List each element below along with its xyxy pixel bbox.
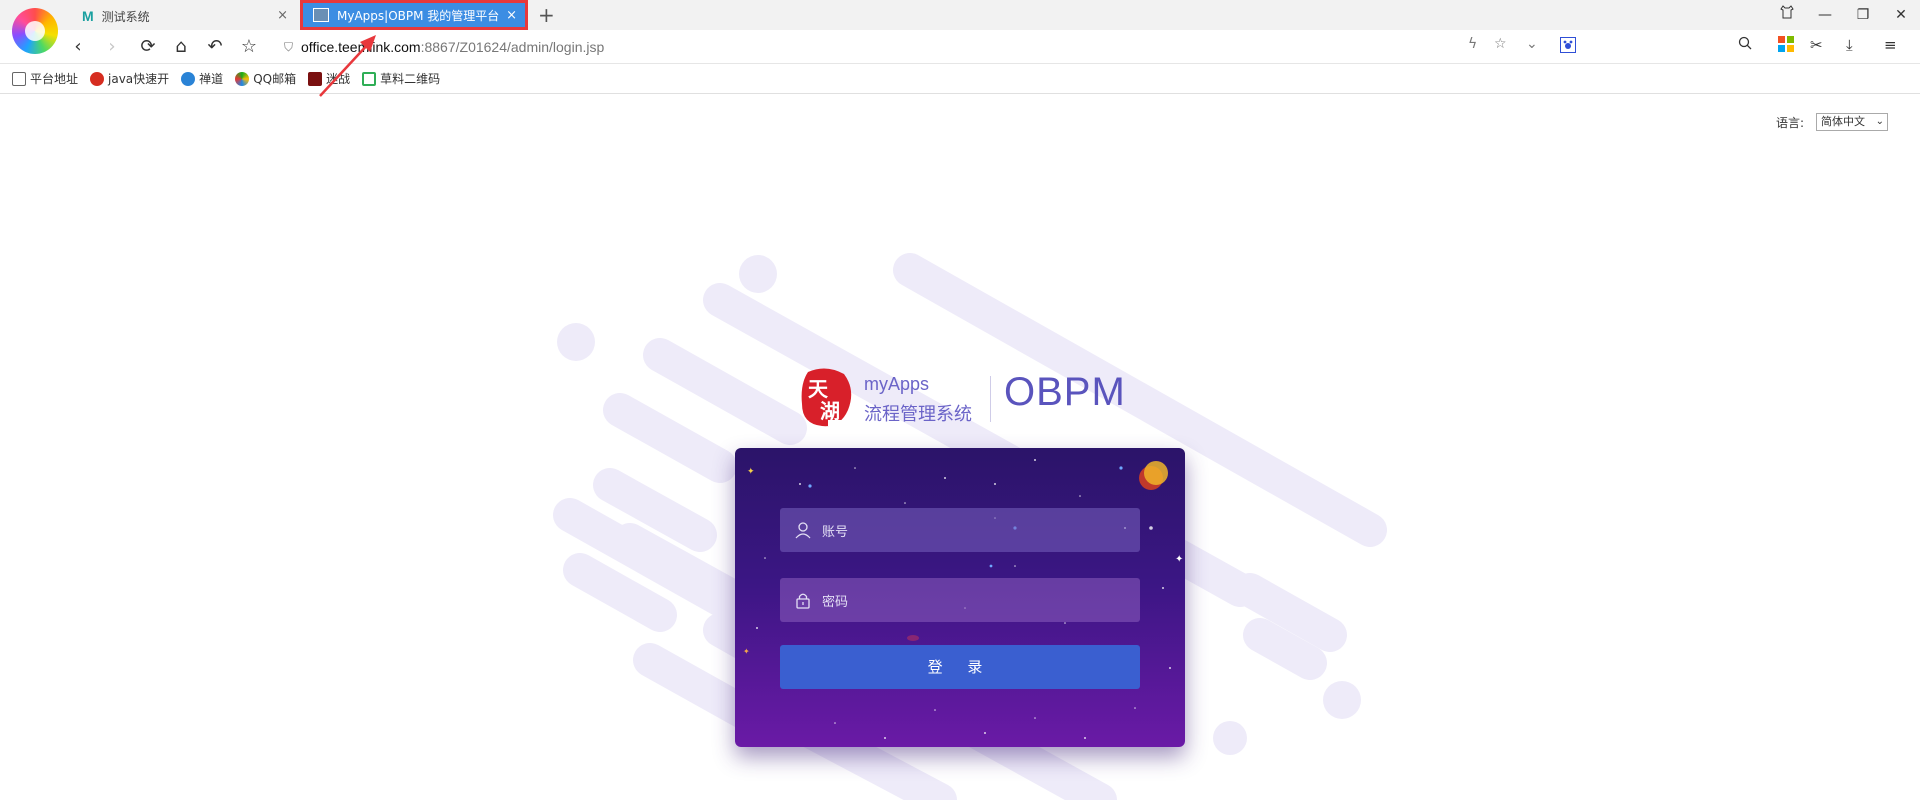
login-button[interactable]: 登 录 bbox=[780, 645, 1140, 689]
login-card: ✦ ✦ ✦ 账号 密码 登 录 bbox=[735, 448, 1185, 747]
brand-obpm: OBPM bbox=[1004, 370, 1126, 414]
tab-obpm-active[interactable]: MyApps|OBPM 我的管理平台 × bbox=[300, 0, 528, 30]
security-shield-icon[interactable]: ⛉ bbox=[284, 40, 293, 55]
bookmark-label: 平台地址 bbox=[30, 72, 79, 86]
account-placeholder: 账号 bbox=[822, 524, 849, 540]
svg-text:✦: ✦ bbox=[743, 647, 750, 656]
qq-mail-icon bbox=[235, 71, 250, 86]
url-path: :8867/Z01624/admin/login.jsp bbox=[420, 39, 605, 55]
back-icon[interactable]: ‹ bbox=[66, 35, 90, 59]
bookmark-label: QQ邮箱 bbox=[253, 72, 297, 86]
svg-text:湖: 湖 bbox=[820, 399, 840, 423]
undo-close-icon[interactable]: ↶ bbox=[203, 35, 227, 59]
bookmarks-bar: 平台地址 java快速开 禅道 QQ邮箱 迷战 草料二维码 bbox=[0, 64, 1920, 94]
svg-text:天: 天 bbox=[808, 377, 829, 401]
account-field[interactable]: 账号 bbox=[780, 508, 1140, 552]
new-tab-button[interactable]: + bbox=[538, 3, 555, 27]
skin-icon[interactable] bbox=[1768, 0, 1806, 30]
address-bar[interactable]: ⛉ office.teemlink.com :8867/Z01624/admin… bbox=[284, 34, 1524, 60]
menu-icon[interactable]: ≡ bbox=[1884, 36, 1897, 54]
svg-text:✦: ✦ bbox=[747, 467, 755, 477]
bookmark-label: java快速开 bbox=[108, 72, 170, 86]
close-window-icon[interactable]: ✕ bbox=[1882, 0, 1920, 30]
java-icon bbox=[90, 71, 105, 86]
user-icon bbox=[795, 522, 811, 539]
brand-subtitle: 流程管理系统 bbox=[864, 404, 972, 425]
tab-title: 测试系统 bbox=[101, 9, 150, 24]
minimize-icon[interactable]: — bbox=[1806, 0, 1844, 30]
red-arrow-annotation bbox=[319, 35, 376, 97]
search-icon[interactable] bbox=[1738, 36, 1752, 54]
baidu-paw-icon[interactable] bbox=[1560, 37, 1576, 57]
brand-logo: 天 湖 myApps 流程管理系统 OBPM bbox=[798, 362, 1128, 440]
close-icon[interactable]: × bbox=[277, 8, 288, 23]
language-switcher: 语言: 简体中文 ⌄ bbox=[1776, 113, 1888, 131]
bookmark-label: 禅道 bbox=[199, 72, 224, 86]
chevron-down-icon: ⌄ bbox=[1875, 116, 1884, 127]
close-icon[interactable]: × bbox=[506, 8, 517, 23]
zentao-icon bbox=[181, 71, 196, 86]
bookmark-platform[interactable]: 平台地址 bbox=[12, 70, 78, 87]
tianhu-seal-logo-icon: 天 湖 bbox=[801, 368, 852, 427]
apps-grid-icon[interactable] bbox=[1778, 36, 1794, 56]
lock-icon bbox=[796, 593, 810, 609]
chevron-down-icon[interactable]: ⌄ bbox=[1526, 36, 1538, 52]
bookmark-star-icon[interactable]: ☆ bbox=[1494, 36, 1507, 52]
bookmark-zentao[interactable]: 禅道 bbox=[181, 70, 223, 87]
scissors-icon[interactable]: ✂ bbox=[1810, 36, 1823, 54]
brand-divider bbox=[990, 376, 991, 422]
lightning-icon[interactable]: ϟ bbox=[1468, 36, 1477, 52]
home-icon[interactable]: ⌂ bbox=[169, 35, 193, 59]
svg-text:✦: ✦ bbox=[1175, 554, 1183, 565]
browser-tab-bar: M 测试系统 × MyApps|OBPM 我的管理平台 × + — ❐ ✕ bbox=[0, 0, 1920, 30]
download-icon[interactable]: ⤓ bbox=[1846, 36, 1853, 54]
brand-myapps: myApps bbox=[864, 374, 930, 394]
browser-navigation-bar: ‹ › ⟳ ⌂ ↶ ☆ ⛉ office.teemlink.com :8867/… bbox=[0, 30, 1920, 64]
tab-favicon bbox=[313, 8, 329, 22]
restore-icon[interactable]: ❐ bbox=[1844, 0, 1882, 30]
language-value: 简体中文 bbox=[1821, 115, 1865, 128]
language-select[interactable]: 简体中文 ⌄ bbox=[1816, 113, 1888, 131]
favorite-star-icon[interactable]: ☆ bbox=[237, 35, 261, 59]
language-label: 语言: bbox=[1775, 115, 1804, 130]
tab-title: MyApps|OBPM 我的管理平台 bbox=[337, 8, 500, 23]
reload-icon[interactable]: ⟳ bbox=[136, 35, 160, 59]
folder-icon bbox=[12, 71, 26, 86]
tab-favicon-m: M bbox=[82, 8, 94, 24]
browser-logo-icon[interactable] bbox=[12, 8, 58, 54]
password-placeholder: 密码 bbox=[822, 594, 849, 610]
bookmark-java[interactable]: java快速开 bbox=[90, 70, 169, 87]
password-field[interactable]: 密码 bbox=[780, 578, 1140, 622]
window-controls: — ❐ ✕ bbox=[1768, 0, 1920, 30]
tab-test-system[interactable]: M 测试系统 × bbox=[72, 2, 294, 30]
bookmark-qq-mail[interactable]: QQ邮箱 bbox=[235, 70, 296, 87]
forward-icon[interactable]: › bbox=[100, 35, 124, 59]
